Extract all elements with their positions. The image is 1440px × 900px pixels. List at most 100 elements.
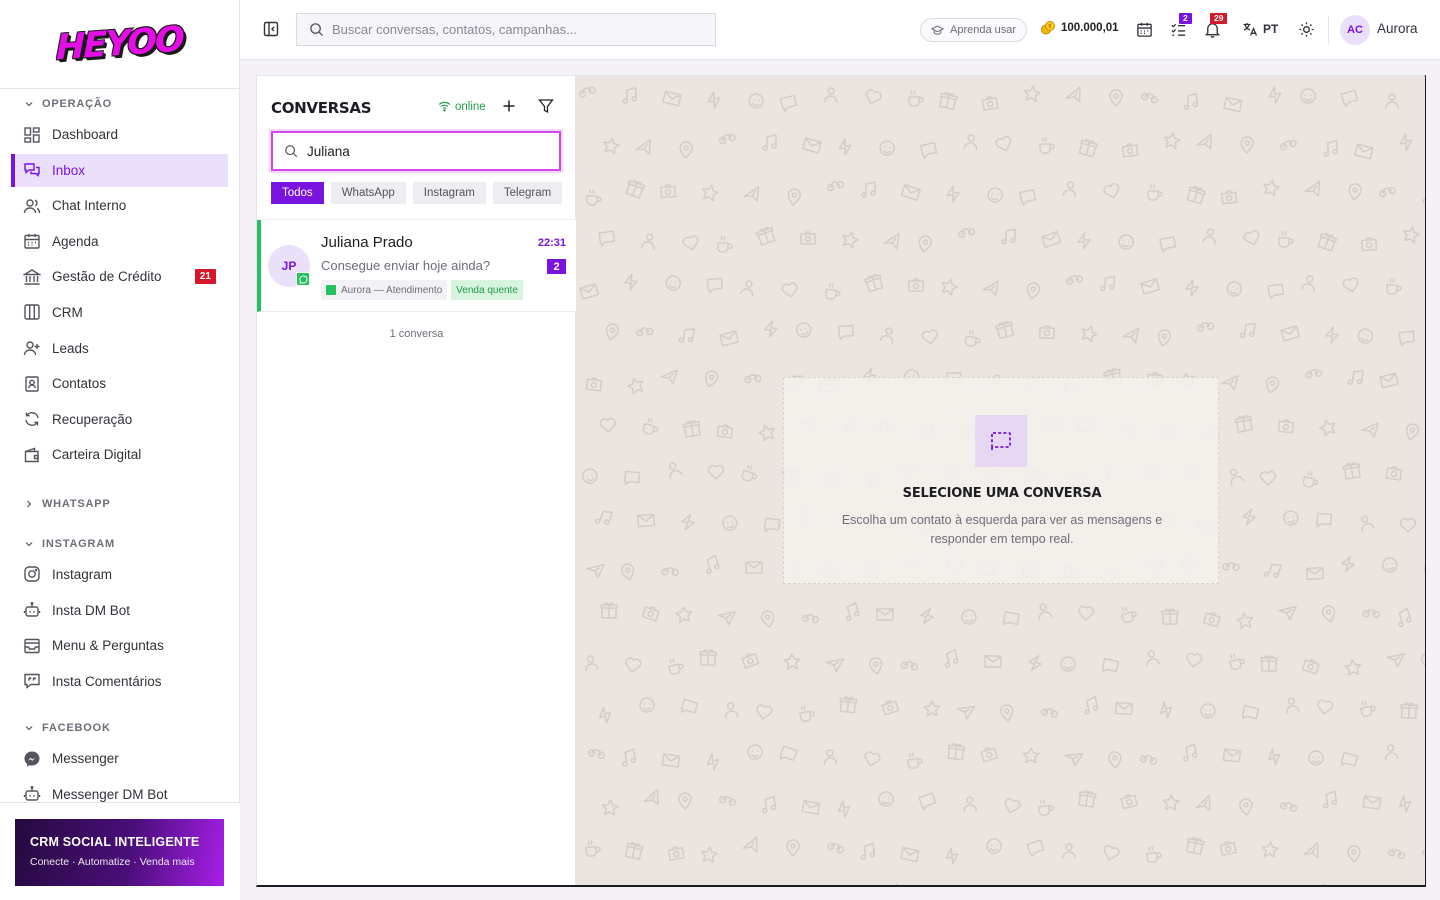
learn-label: Aprenda usar [950,24,1017,36]
new-conversation-icon[interactable] [501,98,517,114]
chevron-down-icon [25,726,33,731]
bank-icon [23,269,41,285]
conversation-search-input[interactable] [307,143,547,159]
section-whatsapp[interactable]: WHATSAPP [0,492,240,516]
sidebar-item-carteira[interactable]: Carteira Digital [12,438,228,471]
filter-telegram[interactable]: Telegram [492,182,563,204]
user-name[interactable]: Aurora [1377,21,1418,36]
sidebar-item-recuperacao[interactable]: Recuperação [12,403,228,436]
sidebar-item-label: Menu & Perguntas [52,638,164,654]
last-message: Consegue enviar hoje ainda? [321,258,491,273]
sidebar-item-menu-perguntas[interactable]: Menu & Perguntas [12,629,228,662]
sidebar-item-label: Instagram [52,566,113,582]
user-avatar[interactable]: AC [1340,15,1370,45]
sidebar-item-insta-comentarios[interactable]: Insta Comentários [12,665,228,698]
section-facebook[interactable]: FACEBOOK [0,716,240,740]
sidebar-item-label: Dashboard [52,127,119,142]
section-label: FACEBOOK [42,722,111,735]
conversation-item[interactable]: JP Juliana Prado 22:31 Consegue enviar h… [257,220,576,312]
brand-logo[interactable]: HEYOO [56,20,183,69]
section-label: INSTAGRAM [42,537,115,550]
whatsapp-icon [326,285,336,295]
sidebar-item-insta-dm-bot[interactable]: Insta DM Bot [12,594,228,627]
chevron-right-icon [27,500,32,508]
sidebar-item-label: Messenger DM Bot [52,786,168,802]
coins-icon [1041,21,1055,35]
agent-tag: Aurora — Atendimento [321,280,448,300]
sidebar-item-chat-interno[interactable]: Chat Interno [12,189,228,222]
language-selector[interactable]: PT [1242,21,1278,37]
search-icon [285,145,298,158]
calendar-icon [24,234,40,249]
logo-area: HEYOO [0,0,239,89]
sun-icon[interactable] [1298,21,1315,38]
sidebar-nav: OPERAÇÃO Dashboard Inbox Chat Interno Ag… [0,90,240,802]
conversations-title: CONVERSAS [271,99,372,117]
sidebar-item-label: Insta Comentários [52,673,162,689]
user-plus-icon [23,341,40,356]
sidebar-item-label: Insta DM Bot [52,602,131,618]
section-operacao[interactable]: OPERAÇÃO [0,92,240,116]
coins-value: 100.000,01 [1061,22,1119,34]
calendar-icon[interactable] [1136,21,1153,38]
promo-title: CRM SOCIAL INTELIGENTE [30,835,200,849]
learn-button[interactable]: Aprenda usar [920,18,1028,42]
users-icon [23,198,41,213]
sidebar-item-label: Recuperação [52,411,133,427]
chevron-down-icon [25,102,33,107]
sidebar-item-label: Inbox [52,162,86,178]
unread-badge: 2 [547,259,566,274]
coins-balance[interactable]: 100.000,01 [1040,20,1119,36]
conversation-list: CONVERSAS online Todos WhatsApp Instagra… [257,76,576,885]
instagram-icon [24,566,40,583]
sidebar-item-label: CRM [52,304,83,320]
graduation-cap-icon [931,24,944,35]
sidebar-item-agenda[interactable]: Agenda [12,225,228,258]
filter-whatsapp[interactable]: WhatsApp [330,182,406,204]
conversation-search[interactable] [271,131,561,171]
inbox-icon [24,163,40,178]
bot-icon [23,786,41,802]
section-label: WHATSAPP [42,497,111,510]
sidebar-item-messenger-dm-bot[interactable]: Messenger DM Bot [12,778,228,802]
notifications-badge: 29 [1210,13,1228,24]
sidebar-item-label: Messenger [52,751,119,767]
sidebar-item-label: Gestão de Crédito [52,269,162,285]
sidebar-collapse-icon[interactable] [262,20,280,38]
inbox-tray-icon [24,638,40,653]
promo-subtitle: Conecte · Automatize · Venda mais [30,856,195,868]
divider [1328,16,1329,44]
filter-todos[interactable]: Todos [271,182,324,204]
sidebar-item-crm[interactable]: CRM [12,296,228,329]
sidebar-item-contatos[interactable]: Contatos [12,367,228,400]
inbox-panel: CONVERSAS online Todos WhatsApp Instagra… [256,75,1426,887]
empty-title: SELECIONE UMA CONVERSA [902,486,1102,501]
promo-card[interactable]: CRM SOCIAL INTELIGENTE Conecte · Automat… [15,819,224,886]
filter-instagram[interactable]: Instagram [412,182,486,204]
label-tag: Venda quente [451,280,523,300]
sidebar-item-label: Leads [52,340,89,356]
tasks-badge: 2 [1179,13,1192,24]
search-icon [310,23,324,37]
sidebar-item-dashboard[interactable]: Dashboard [12,118,228,151]
translate-icon [1243,23,1258,36]
credit-count-badge: 21 [194,269,216,285]
sidebar-item-gestao-credito[interactable]: Gestão de Crédito 21 [12,260,228,293]
sidebar-item-inbox[interactable]: Inbox [11,153,228,187]
chevron-down-icon [25,541,33,547]
sidebar-item-label: Contatos [52,376,107,392]
global-search[interactable] [296,13,716,46]
empty-description: Escolha um contato à esquerda para ver a… [841,513,1163,546]
sidebar-item-messenger[interactable]: Messenger [12,742,228,775]
messenger-icon [24,751,40,767]
columns-icon [24,304,40,321]
sidebar-item-label: Carteira Digital [52,447,142,463]
section-instagram[interactable]: INSTAGRAM [0,532,240,556]
sidebar-item-instagram[interactable]: Instagram [12,558,228,591]
sidebar-item-label: Agenda [52,233,99,249]
sidebar-item-leads[interactable]: Leads [12,332,228,365]
whatsapp-icon [296,272,310,286]
global-search-input[interactable] [332,22,702,37]
filter-icon[interactable] [538,98,554,114]
conversation-count: 1 conversa [389,328,444,340]
